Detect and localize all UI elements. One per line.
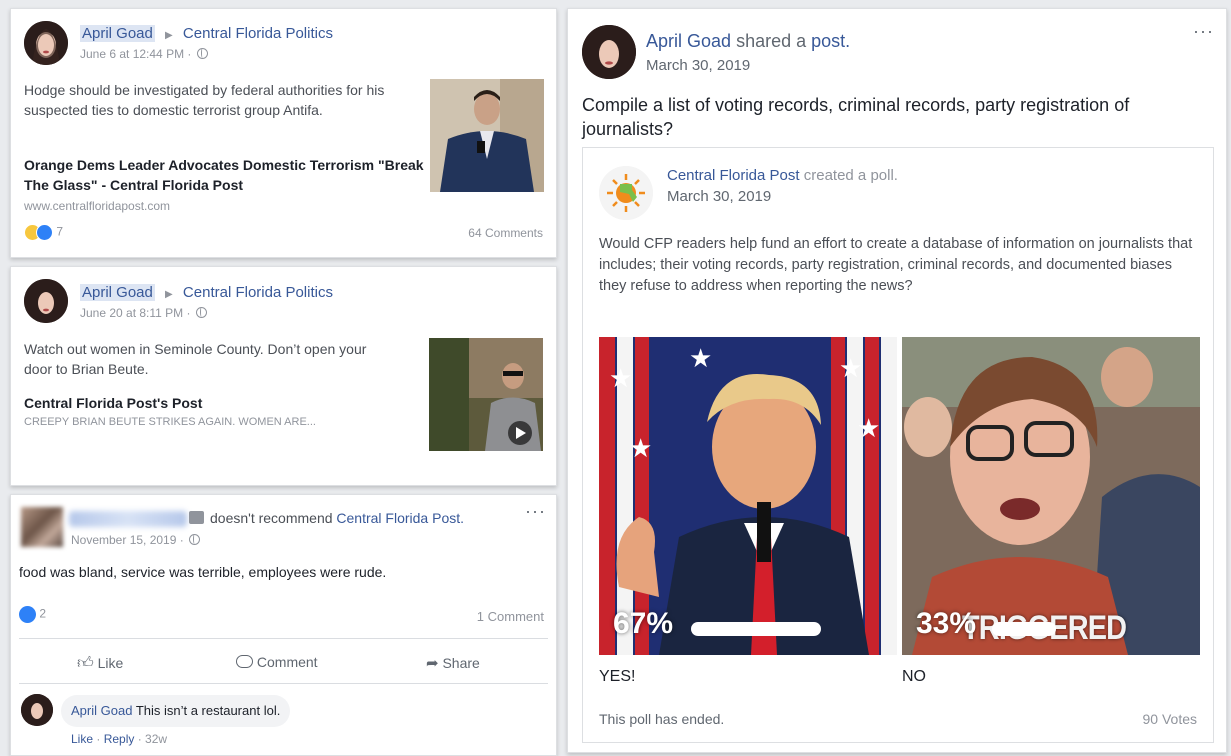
link-title[interactable]: Orange Dems Leader Advocates Domestic Te… [24, 155, 424, 195]
poll-status: This poll has ended. [599, 711, 725, 727]
review-timestamp[interactable]: November 15, 2019 · [71, 533, 201, 547]
like-reaction-icon [36, 224, 53, 241]
avatar[interactable] [24, 279, 68, 323]
comment-button[interactable]: Comment [236, 654, 318, 670]
globe-icon [196, 48, 208, 59]
globe-icon [189, 534, 201, 545]
comment-bubble: April Goad This isn’t a restaurant lol. [61, 695, 291, 727]
commenter-avatar[interactable] [21, 694, 53, 726]
embedded-post: Central Florida Post created a poll. Mar… [582, 147, 1214, 743]
divider [19, 638, 548, 639]
avatar[interactable] [24, 21, 68, 65]
poll-bar-no [992, 622, 1056, 636]
commenter-link[interactable]: April Goad [71, 703, 132, 718]
reaction-count: 2 [39, 606, 47, 621]
reactions[interactable]: 7 [24, 224, 63, 241]
comment-reply-link[interactable]: Reply [104, 732, 135, 746]
share-button[interactable]: ➦ Share [426, 654, 480, 672]
post-card-1: April Goad ▶ Central Florida Politics Ju… [10, 8, 557, 258]
poll-question: Would CFP readers help fund an effort to… [599, 236, 1193, 294]
svg-text:★: ★ [857, 414, 880, 444]
post-header: April Goad ▶ Central Florida Politics [80, 284, 333, 301]
review-header: doesn't recommend Central Florida Post. [189, 510, 464, 526]
author-link[interactable]: April Goad [646, 31, 731, 51]
more-options-icon[interactable]: ··· [1193, 21, 1214, 42]
svg-text:★: ★ [689, 344, 712, 374]
shared-post-card: April Goad shared a post. March 30, 2019… [567, 8, 1227, 753]
post-timestamp[interactable]: June 6 at 12:44 PM · [80, 47, 208, 61]
group-link[interactable]: Central Florida Politics [183, 284, 333, 301]
inner-header: Central Florida Post created a poll. [667, 167, 898, 184]
review-card: doesn't recommend Central Florida Post. … [10, 494, 557, 756]
review-text: food was bland, service was terrible, em… [19, 564, 387, 580]
svg-text:★: ★ [839, 354, 862, 384]
author-link[interactable]: April Goad [80, 25, 155, 42]
post-timestamp[interactable]: June 20 at 8:11 PM · [80, 306, 207, 320]
arrow-right-icon: ▶ [165, 289, 173, 300]
arrow-right-icon: ▶ [165, 30, 173, 41]
review-flag-icon [189, 511, 204, 524]
comment-age: 32w [145, 732, 168, 746]
poll-label-yes[interactable]: YES! [599, 667, 635, 687]
like-reaction-icon [19, 606, 36, 623]
poll-bar-yes [691, 622, 821, 636]
link-subtitle: CREEPY BRIAN BEUTE STRIKES AGAIN. WOMEN … [24, 416, 316, 428]
poll-percent-no: 33% [916, 607, 977, 640]
poll-votes: 90 Votes [1142, 711, 1198, 727]
page-link[interactable]: Central Florida Post. [336, 510, 464, 526]
shared-post-link[interactable]: post. [811, 31, 850, 51]
more-options-icon[interactable]: ··· [525, 501, 546, 522]
video-thumbnail[interactable] [429, 338, 543, 451]
svg-text:★: ★ [629, 434, 652, 464]
comment-like-link[interactable]: Like [71, 732, 93, 746]
post-text: Hodge should be investigated by federal … [24, 82, 385, 118]
comment-text: This isn’t a restaurant lol. [135, 703, 281, 718]
avatar[interactable] [582, 25, 636, 79]
globe-icon [195, 307, 207, 318]
reaction-count: 7 [56, 224, 64, 239]
comment-actions: Like · Reply · 32w [71, 732, 168, 746]
svg-text:★: ★ [609, 364, 632, 394]
thumbs-up-icon: 👍︎ [77, 655, 94, 672]
link-preview-image[interactable] [430, 79, 544, 192]
reactions[interactable]: 2 [19, 606, 46, 623]
poll-option-yes[interactable]: ★ ★ ★ ★ ★ 67% [599, 337, 897, 655]
author-link[interactable]: April Goad [80, 284, 155, 301]
post-timestamp[interactable]: March 30, 2019 [646, 57, 750, 74]
post-header: April Goad shared a post. [646, 31, 851, 51]
blurred-avatar [21, 507, 63, 547]
link-domain: www.centralfloridapost.com [24, 199, 171, 213]
comments-count[interactable]: 1 Comment [477, 609, 544, 624]
poll-percent-yes: 67% [613, 607, 674, 640]
poll-option-no[interactable]: TRIGGERED 33% [902, 337, 1200, 655]
post-header: April Goad ▶ Central Florida Politics [80, 25, 333, 42]
page-link[interactable]: Central Florida Post [667, 167, 800, 184]
comments-count[interactable]: 64 Comments [468, 226, 543, 240]
inner-timestamp[interactable]: March 30, 2019 [667, 188, 771, 205]
share-icon: ➦ [426, 655, 439, 672]
poll-label-no[interactable]: NO [902, 667, 926, 687]
group-link[interactable]: Central Florida Politics [183, 25, 333, 42]
like-button[interactable]: 👍︎ Like [77, 654, 123, 673]
link-title[interactable]: Central Florida Post's Post [24, 393, 202, 413]
divider [19, 683, 548, 684]
blurred-name [69, 511, 187, 527]
post-card-2: April Goad ▶ Central Florida Politics Ju… [10, 266, 557, 486]
comment-icon [236, 655, 253, 668]
post-text: Compile a list of voting records, crimin… [582, 95, 1130, 139]
page-logo[interactable] [599, 166, 653, 220]
post-text: Watch out women in Seminole County. Don’… [24, 341, 367, 377]
